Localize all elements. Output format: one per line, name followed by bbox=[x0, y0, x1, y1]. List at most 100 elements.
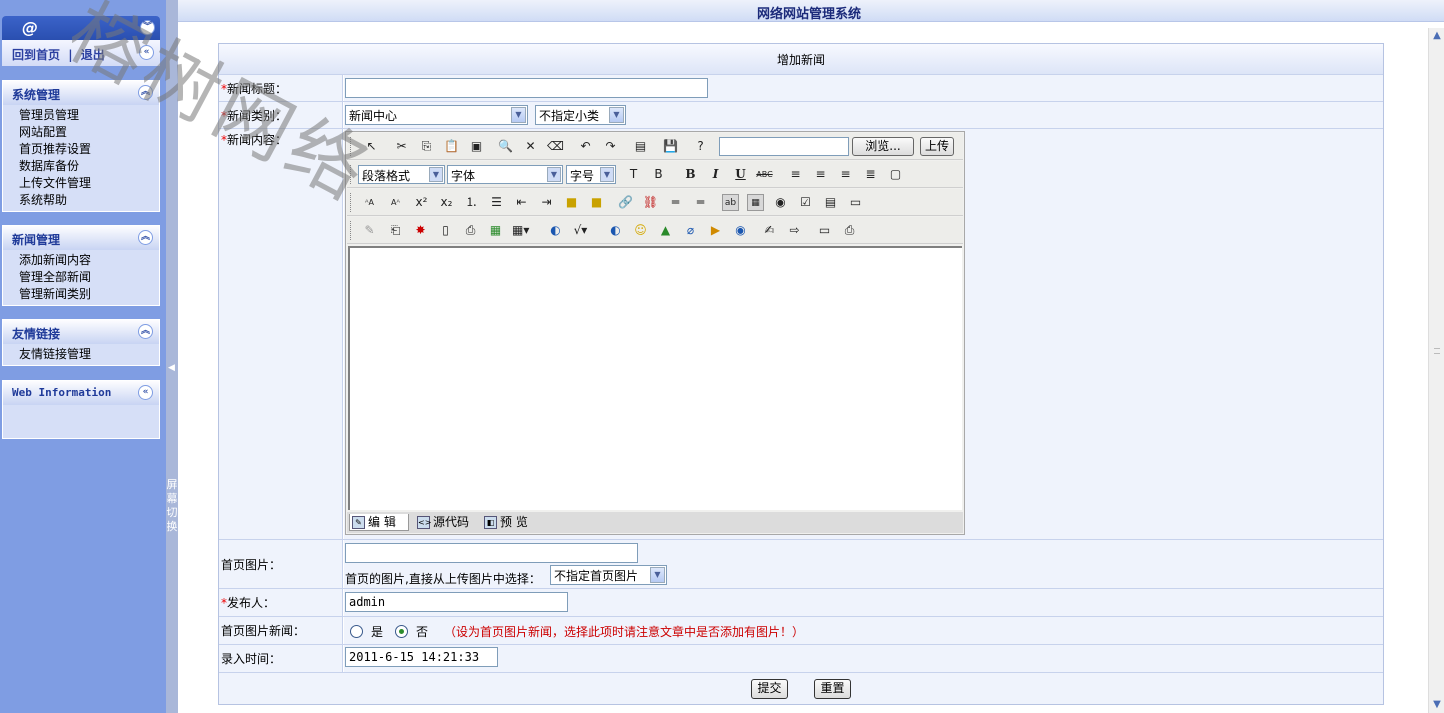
home-link[interactable]: 回到首页 bbox=[12, 48, 60, 62]
highlight-remove-icon[interactable]: ■ bbox=[588, 194, 605, 211]
decrease-font-icon[interactable]: Aᴬ bbox=[387, 194, 404, 211]
collapse-left-icon[interactable]: « bbox=[139, 45, 154, 60]
textarea-icon[interactable]: ▦ bbox=[747, 194, 764, 211]
pointer-icon[interactable]: ↖ bbox=[363, 138, 380, 155]
font-name-select[interactable]: 字体 ▼ bbox=[447, 165, 563, 184]
collapse-up-icon[interactable]: ︽ bbox=[138, 85, 153, 100]
increase-font-icon[interactable]: ᴬA bbox=[361, 194, 378, 211]
print-icon[interactable]: ⎙ bbox=[841, 222, 858, 239]
table-icon[interactable]: ▦▾ bbox=[512, 222, 529, 239]
checkbox-control-icon[interactable]: ☑ bbox=[797, 194, 814, 211]
sidebar-item-help[interactable]: 系统帮助 bbox=[19, 192, 159, 209]
triangle-left-icon[interactable]: ◀ bbox=[168, 363, 175, 373]
realplay-icon[interactable]: ◉ bbox=[732, 222, 749, 239]
sidebar-item-add-news[interactable]: 添加新闻内容 bbox=[19, 252, 159, 269]
help-icon[interactable]: ? bbox=[692, 138, 709, 155]
scroll-down-icon[interactable]: ▼ bbox=[1429, 697, 1444, 713]
highlight-icon[interactable]: ■ bbox=[563, 194, 580, 211]
select-control-icon[interactable]: ▤ bbox=[822, 194, 839, 211]
redo-icon[interactable]: ↷ bbox=[602, 138, 619, 155]
panel-title-links[interactable]: 友情链接 bbox=[12, 325, 60, 342]
radio-control-icon[interactable]: ◉ bbox=[772, 194, 789, 211]
horizontal-rule-icon[interactable]: ═ bbox=[667, 194, 684, 211]
paste-icon[interactable]: 📋 bbox=[443, 138, 460, 155]
text-color-icon[interactable]: T bbox=[625, 166, 642, 183]
panel-title-system[interactable]: 系统管理 bbox=[12, 86, 60, 103]
link-icon[interactable]: 🔗 bbox=[617, 194, 634, 211]
publisher-input[interactable]: admin bbox=[345, 592, 568, 612]
tab-preview[interactable]: ◧ 预 览 bbox=[482, 514, 542, 531]
outdent-icon[interactable]: ⇤ bbox=[513, 194, 530, 211]
new-doc-icon[interactable]: ▯ bbox=[437, 222, 454, 239]
strikethrough-icon[interactable]: ABC bbox=[756, 166, 773, 183]
unordered-list-icon[interactable]: ☰ bbox=[488, 194, 505, 211]
collapse-left-icon[interactable]: « bbox=[138, 385, 153, 400]
properties-icon[interactable]: ⎙ bbox=[462, 222, 479, 239]
home-image-input[interactable] bbox=[345, 543, 638, 563]
home-image-select[interactable]: 不指定首页图片 ▼ bbox=[550, 565, 667, 585]
sidebar-item-news-categories[interactable]: 管理新闻类别 bbox=[19, 286, 159, 303]
background-color-icon[interactable]: B bbox=[650, 166, 667, 183]
panel-title-web-information[interactable]: Web Information bbox=[12, 386, 111, 399]
superscript-icon[interactable]: x² bbox=[413, 194, 430, 211]
cut-icon[interactable]: ✂ bbox=[393, 138, 410, 155]
bold-icon[interactable]: B bbox=[682, 166, 699, 183]
scroll-grip-icon[interactable] bbox=[1434, 348, 1440, 354]
italic-icon[interactable]: I bbox=[707, 166, 724, 183]
paste-word-icon[interactable]: ⎗ bbox=[387, 222, 404, 239]
subscript-icon[interactable]: x₂ bbox=[438, 194, 455, 211]
scroll-up-icon[interactable]: ▲ bbox=[1429, 28, 1444, 44]
emoticon-icon[interactable]: ☺ bbox=[632, 222, 649, 239]
format-brush-icon[interactable]: ✎ bbox=[361, 222, 378, 239]
collapse-up-icon[interactable]: ︽ bbox=[138, 230, 153, 245]
text-field-icon[interactable]: ab bbox=[722, 194, 739, 211]
indent-icon[interactable]: ⇥ bbox=[538, 194, 555, 211]
submit-button[interactable]: 提交 bbox=[751, 679, 788, 699]
copy-icon[interactable]: ⎘ bbox=[418, 138, 435, 155]
delete-icon[interactable]: ✕ bbox=[522, 138, 539, 155]
logout-link[interactable]: 退出 bbox=[81, 48, 105, 62]
button-control-icon[interactable]: ▭ bbox=[847, 194, 864, 211]
news-subcategory-select[interactable]: 不指定小类 ▼ bbox=[535, 105, 626, 125]
tab-source[interactable]: <> 源代码 bbox=[415, 514, 475, 531]
font-size-select[interactable]: 字号 ▼ bbox=[566, 165, 616, 184]
page-break-icon[interactable]: ═ bbox=[692, 194, 709, 211]
upload-button[interactable]: 上传 bbox=[920, 137, 954, 156]
eraser-icon[interactable]: ⌫ bbox=[547, 138, 564, 155]
find-icon[interactable]: 🔍 bbox=[497, 138, 514, 155]
special-char-icon[interactable]: √▾ bbox=[572, 222, 589, 239]
radio-yes[interactable] bbox=[350, 625, 363, 638]
collapse-up-icon[interactable]: ︽ bbox=[138, 324, 153, 339]
reset-button[interactable]: 重置 bbox=[814, 679, 851, 699]
entry-time-input[interactable]: 2011-6-15 14:21:33 bbox=[345, 647, 498, 667]
align-center-icon[interactable]: ≡ bbox=[812, 166, 829, 183]
sidebar-item-upload-files[interactable]: 上传文件管理 bbox=[19, 175, 159, 192]
panel-title-news[interactable]: 新闻管理 bbox=[12, 231, 60, 248]
sidebar-item-home-recommend[interactable]: 首页推荐设置 bbox=[19, 141, 159, 158]
sidebar-item-friend-links[interactable]: 友情链接管理 bbox=[19, 346, 159, 363]
justify-icon[interactable]: ≣ bbox=[862, 166, 879, 183]
paste-text-icon[interactable]: ▣ bbox=[468, 138, 485, 155]
sidebar-item-manage-news[interactable]: 管理全部新闻 bbox=[19, 269, 159, 286]
undo-icon[interactable]: ↶ bbox=[577, 138, 594, 155]
align-left-icon[interactable]: ≡ bbox=[787, 166, 804, 183]
sidebar-item-admin[interactable]: 管理员管理 bbox=[19, 107, 159, 124]
radio-no[interactable] bbox=[395, 625, 408, 638]
news-category-select[interactable]: 新闻中心 ▼ bbox=[345, 105, 528, 125]
underline-icon[interactable]: U bbox=[732, 166, 749, 183]
marquee-icon[interactable]: ▭ bbox=[816, 222, 833, 239]
flash-icon[interactable]: ◐ bbox=[607, 222, 624, 239]
news-title-input[interactable] bbox=[345, 78, 708, 98]
ordered-list-icon[interactable]: ⒈ bbox=[463, 194, 480, 211]
browse-button[interactable]: 浏览... bbox=[852, 137, 914, 156]
tab-edit[interactable]: ✎ 编 辑 bbox=[349, 514, 409, 531]
collapse-all-icon[interactable]: ︾ bbox=[140, 20, 155, 35]
excel-icon[interactable]: ▦ bbox=[487, 222, 504, 239]
save-icon[interactable]: 💾 bbox=[662, 138, 679, 155]
export-icon[interactable]: ⇨ bbox=[786, 222, 803, 239]
edit-doc-icon[interactable]: ✍ bbox=[761, 222, 778, 239]
media-icon[interactable]: ⌀ bbox=[682, 222, 699, 239]
align-right-icon[interactable]: ≡ bbox=[837, 166, 854, 183]
upload-path-input[interactable] bbox=[719, 137, 849, 156]
paragraph-format-select[interactable]: 段落格式 ▼ bbox=[358, 165, 445, 184]
